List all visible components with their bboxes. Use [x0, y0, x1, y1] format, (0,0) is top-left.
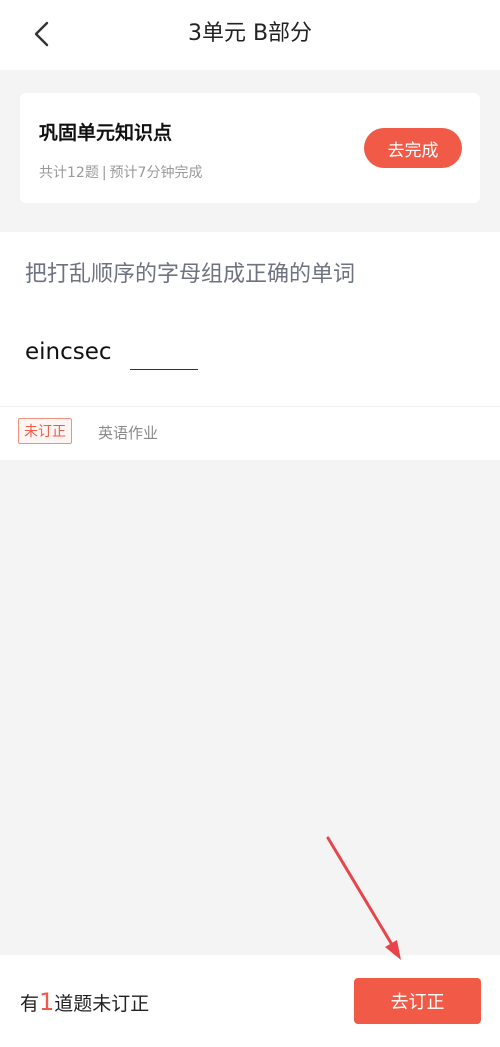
subject-label: 英语作业	[98, 424, 159, 442]
divider	[0, 406, 500, 407]
question-prompt: 把打乱顺序的字母组成正确的单词	[25, 262, 356, 287]
top-nav-bar: 3单元 B部分	[0, 0, 500, 70]
homework-page: 3单元 B部分 巩固单元知识点 共计12题 | 预计7分钟完成 去完成 把打乱顺序的…	[0, 0, 500, 1047]
go-complete-button[interactable]: 去完成	[364, 128, 462, 168]
question-card[interactable]: 把打乱顺序的字母组成正确的单词 eincsec 未订正 英语作业	[0, 232, 500, 460]
task-title: 巩固单元知识点	[39, 122, 173, 144]
estimated-time: 预计7分钟完成	[109, 165, 203, 181]
pending-prefix: 有	[20, 993, 40, 1015]
meta-separator: |	[101, 165, 107, 181]
pending-count: 1	[39, 988, 55, 1016]
status-badge: 未订正	[18, 418, 72, 444]
task-meta: 共计12题 | 预计7分钟完成	[39, 162, 202, 182]
go-correct-button[interactable]: 去订正	[354, 978, 481, 1024]
answer-blank	[130, 369, 198, 370]
question-count: 共计12题	[39, 165, 99, 181]
bottom-bar: 有1道题未订正 去订正	[0, 955, 500, 1047]
consolidate-task-card[interactable]: 巩固单元知识点 共计12题 | 预计7分钟完成 去完成	[20, 93, 480, 203]
pending-summary: 有1道题未订正	[20, 988, 149, 1016]
pending-suffix: 道题未订正	[54, 993, 150, 1015]
scrambled-word: eincsec	[25, 339, 112, 365]
page-title: 3单元 B部分	[187, 21, 313, 46]
